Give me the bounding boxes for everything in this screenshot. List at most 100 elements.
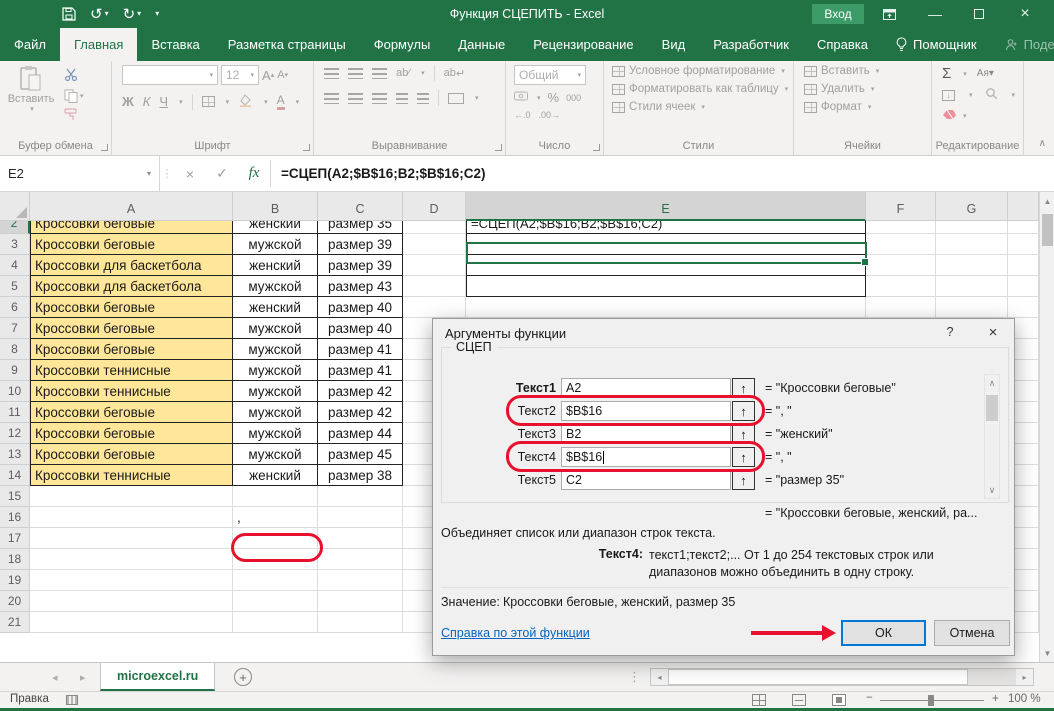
clipboard-dialog-launcher-icon[interactable] — [101, 144, 108, 151]
sheet-nav-left-icon[interactable]: ◂ — [52, 663, 58, 691]
comma-style-icon[interactable]: 000 — [566, 93, 581, 103]
align-right-icon[interactable] — [372, 93, 387, 104]
arg2-range-select-icon[interactable]: ↑ — [732, 401, 755, 421]
row-header-4[interactable]: 4 — [0, 255, 30, 276]
cell-C11[interactable]: размер 42 — [318, 402, 403, 423]
column-header-B[interactable]: B — [233, 192, 318, 221]
cell-C6[interactable]: размер 40 — [318, 297, 403, 318]
row-header-19[interactable]: 19 — [0, 570, 30, 591]
sheet-nav-right-icon[interactable]: ▸ — [80, 663, 86, 691]
select-all-corner[interactable] — [0, 192, 30, 221]
column-header-A[interactable]: A — [30, 192, 233, 221]
cell-A18[interactable] — [30, 549, 233, 570]
tab-assistant[interactable]: Помощник — [882, 28, 991, 61]
cell-A17[interactable] — [30, 528, 233, 549]
normal-view-icon[interactable] — [752, 694, 766, 706]
cell-F3[interactable] — [866, 234, 936, 255]
cell-B9[interactable]: мужской — [233, 360, 318, 381]
row-header-5[interactable]: 5 — [0, 276, 30, 297]
cell-A20[interactable] — [30, 591, 233, 612]
font-color-icon[interactable]: A — [277, 93, 285, 110]
fill-down-icon[interactable]: ↓ — [942, 90, 955, 101]
cancel-button[interactable]: Отмена — [934, 620, 1010, 646]
dialog-close-icon[interactable]: × — [976, 321, 1010, 345]
cell-C5[interactable]: размер 43 — [318, 276, 403, 297]
cell-B17[interactable] — [233, 528, 318, 549]
new-sheet-icon[interactable]: + — [234, 668, 252, 686]
arg5-input[interactable]: C2 — [561, 470, 731, 490]
row-header-17[interactable]: 17 — [0, 528, 30, 549]
row-header-14[interactable]: 14 — [0, 465, 30, 486]
autosum-icon[interactable]: Σ — [942, 65, 951, 82]
cell-A19[interactable] — [30, 570, 233, 591]
cell-B4[interactable]: женский — [233, 255, 318, 276]
cell-A8[interactable]: Кроссовки беговые — [30, 339, 233, 360]
cell-A13[interactable]: Кроссовки беговые — [30, 444, 233, 465]
insert-function-icon[interactable]: fx — [238, 156, 270, 191]
row-header-12[interactable]: 12 — [0, 423, 30, 444]
row-header-18[interactable]: 18 — [0, 549, 30, 570]
function-help-link[interactable]: Справка по этой функции — [441, 626, 590, 640]
decrease-font-icon[interactable]: A▾ — [277, 69, 288, 81]
arg5-range-select-icon[interactable]: ↑ — [732, 470, 755, 490]
number-format-select[interactable]: Общий▾ — [514, 65, 586, 85]
arg2-input[interactable]: $B$16 — [561, 401, 731, 421]
cell-C13[interactable]: размер 45 — [318, 444, 403, 465]
cut-icon[interactable] — [64, 68, 84, 84]
cell-B5[interactable]: мужской — [233, 276, 318, 297]
cell-A7[interactable]: Кроссовки беговые — [30, 318, 233, 339]
underline-button[interactable]: Ч — [159, 94, 168, 109]
cell-B18[interactable] — [233, 549, 318, 570]
tab-home[interactable]: Главная — [60, 28, 137, 61]
maximize-button[interactable] — [962, 0, 996, 28]
column-header-partial[interactable] — [1008, 192, 1039, 221]
tab-developer[interactable]: Разработчик — [699, 28, 803, 61]
name-box-resize-handle[interactable]: ⋮ — [160, 156, 174, 191]
dialog-scrollbar[interactable]: ∧ ∨ — [984, 374, 1000, 499]
cell-C15[interactable] — [318, 486, 403, 507]
increase-indent-icon[interactable] — [417, 93, 429, 104]
cell-A3[interactable]: Кроссовки беговые — [30, 234, 233, 255]
format-as-table-button[interactable]: Форматировать как таблицу▾ — [612, 83, 793, 95]
row-header-3[interactable]: 3 — [0, 234, 30, 255]
arg3-range-select-icon[interactable]: ↑ — [732, 424, 755, 444]
cell-C14[interactable]: размер 38 — [318, 465, 403, 486]
cell-A15[interactable] — [30, 486, 233, 507]
borders-icon[interactable] — [202, 96, 215, 107]
tab-file[interactable]: Файл — [0, 28, 60, 61]
cell-C21[interactable] — [318, 612, 403, 633]
cell-F5[interactable] — [866, 276, 936, 297]
row-header-20[interactable]: 20 — [0, 591, 30, 612]
fill-color-icon[interactable] — [238, 94, 253, 110]
zoom-out-icon[interactable]: − — [866, 692, 873, 704]
cell-G5[interactable] — [936, 276, 1008, 297]
scroll-left-icon[interactable]: ◂ — [651, 669, 668, 685]
cell-B13[interactable]: мужской — [233, 444, 318, 465]
cell-B14[interactable]: женский — [233, 465, 318, 486]
formula-input[interactable]: =СЦЕП(A2;$B$16;B2;$B$16;C2) — [271, 156, 1054, 191]
cell-B20[interactable] — [233, 591, 318, 612]
decrease-indent-icon[interactable] — [396, 93, 408, 104]
cell-A4[interactable]: Кроссовки для баскетбола — [30, 255, 233, 276]
column-header-F[interactable]: F — [866, 192, 936, 221]
cell-A12[interactable]: Кроссовки беговые — [30, 423, 233, 444]
cell-B7[interactable]: мужской — [233, 318, 318, 339]
horizontal-scrollbar[interactable]: ◂ ▸ — [650, 668, 1034, 686]
tab-page-layout[interactable]: Разметка страницы — [214, 28, 360, 61]
row-header-8[interactable]: 8 — [0, 339, 30, 360]
format-painter-icon[interactable] — [64, 108, 84, 124]
ribbon-display-options-icon[interactable] — [872, 0, 906, 28]
tab-insert[interactable]: Вставка — [137, 28, 213, 61]
align-middle-icon[interactable] — [348, 68, 363, 79]
cell-D4[interactable] — [403, 255, 466, 276]
minimize-button[interactable]: — — [918, 0, 952, 28]
delete-cells-button[interactable]: Удалить▾ — [804, 83, 931, 95]
cell-B6[interactable]: женский — [233, 297, 318, 318]
tab-formulas[interactable]: Формулы — [360, 28, 445, 61]
cell-C18[interactable] — [318, 549, 403, 570]
scroll-right-icon[interactable]: ▸ — [1016, 669, 1033, 685]
cell-A9[interactable]: Кроссовки теннисные — [30, 360, 233, 381]
cell-D6[interactable] — [403, 297, 466, 318]
cell-E6[interactable] — [466, 297, 866, 318]
font-dialog-launcher-icon[interactable] — [303, 144, 310, 151]
